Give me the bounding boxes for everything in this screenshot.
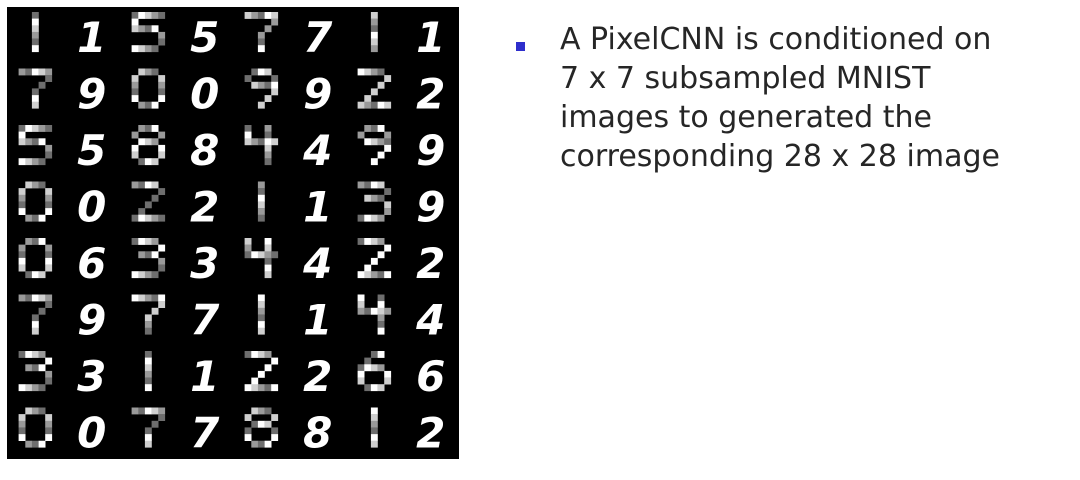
subsampled-digit-tile xyxy=(18,407,53,448)
bullet-line: 7 x 7 subsampled MNIST xyxy=(560,61,931,96)
bullet-line: corresponding 28 x 28 image xyxy=(560,139,1000,174)
generated-digit-tile: 0 xyxy=(77,409,106,458)
bullet-point: A PixelCNN is conditioned on 7 x 7 subsa… xyxy=(514,20,1064,176)
generated-digit-tile: 5 xyxy=(190,13,219,62)
generated-digit-tile: 7 xyxy=(303,13,333,62)
generated-digit-tile: 3 xyxy=(77,352,106,401)
subsampled-digit-tile xyxy=(18,351,53,392)
subsampled-digit-tile xyxy=(357,181,392,222)
subsampled-digit-tile xyxy=(244,351,279,392)
generated-digit-tile: 0 xyxy=(190,70,219,119)
generated-digit-tile: 1 xyxy=(303,296,332,345)
generated-digit-tile: 1 xyxy=(190,352,219,401)
generated-digit-tile: 0 xyxy=(77,183,106,232)
subsampled-digit-tile xyxy=(370,12,378,53)
bullet-line: images to generated the xyxy=(560,100,932,135)
slide: 15719092584902196342971431260782 A Pixel… xyxy=(0,0,1080,480)
generated-digit-tile: 4 xyxy=(302,239,332,288)
generated-digit-tile: 2 xyxy=(190,183,219,232)
subsampled-digit-tile xyxy=(131,407,166,448)
generated-digit-tile: 1 xyxy=(303,183,332,232)
generated-digit-tile: 2 xyxy=(416,409,445,458)
subsampled-digit-tile xyxy=(357,125,392,166)
bullet-text: A PixelCNN is conditioned on 7 x 7 subsa… xyxy=(560,20,1064,176)
subsampled-digit-tile xyxy=(131,238,166,279)
bullet-line: A PixelCNN is conditioned on xyxy=(560,22,992,57)
generated-digit-tile: 7 xyxy=(190,296,220,345)
subsampled-digit-tile xyxy=(357,68,392,109)
subsampled-digit-tile xyxy=(244,12,279,53)
generated-digit-tile: 2 xyxy=(416,239,445,288)
subsampled-digit-tile xyxy=(244,407,279,448)
generated-digit-tile: 2 xyxy=(303,352,332,401)
subsampled-digit-tile xyxy=(357,351,392,392)
subsampled-digit-tile xyxy=(18,294,53,335)
generated-digit-tile: 9 xyxy=(77,296,106,345)
subsampled-digit-tile xyxy=(144,351,152,392)
bullet-square-icon xyxy=(516,42,525,51)
generated-digit-tile: 8 xyxy=(303,409,332,458)
subsampled-digit-tile xyxy=(131,12,166,53)
mnist-sample-grid-svg: 1 5 7 19 0 9 25 8 4 90 2 1 96 3 4 29 7 1 43 1 2 60 7 8 2 xyxy=(18,12,445,458)
generated-digit-tile: 8 xyxy=(190,126,219,175)
subsampled-digit-tile xyxy=(18,125,53,166)
generated-digit-tile: 2 xyxy=(416,70,445,119)
subsampled-digit-tile xyxy=(18,68,53,109)
subsampled-digit-tile xyxy=(244,125,279,166)
subsampled-digit-tile xyxy=(131,125,166,166)
generated-digit-tile: 4 xyxy=(415,296,445,345)
generated-digit-tile: 6 xyxy=(416,352,445,401)
generated-digit-tile: 9 xyxy=(303,70,332,119)
generated-digit-tile: 3 xyxy=(190,239,219,288)
generated-digit-tile: 9 xyxy=(416,126,445,175)
subsampled-digit-tile xyxy=(131,68,166,109)
subsampled-digit-tile xyxy=(18,181,53,222)
subsampled-digit-tile xyxy=(257,181,265,222)
generated-digit-tile: 5 xyxy=(77,126,106,175)
generated-digit-tile: 6 xyxy=(77,239,106,288)
generated-digit-tile: 1 xyxy=(77,13,106,62)
subsampled-digit-tile xyxy=(131,181,166,222)
generated-digit-tile: 1 xyxy=(416,13,445,62)
subsampled-digit-tile xyxy=(357,238,392,279)
subsampled-digit-tile xyxy=(370,407,378,448)
subsampled-digit-tile xyxy=(244,68,279,109)
subsampled-digit-tile xyxy=(244,238,279,279)
subsampled-digit-tile xyxy=(18,238,53,279)
subsampled-digit-tile xyxy=(257,294,265,335)
subsampled-digit-tile xyxy=(131,294,166,335)
subsampled-digit-tile xyxy=(357,294,392,335)
mnist-sample-grid: 15719092584902196342971431260782 xyxy=(7,7,459,459)
generated-digit-tile: 7 xyxy=(190,409,220,458)
generated-digit-tile: 9 xyxy=(416,183,445,232)
generated-digit-tile: 9 xyxy=(77,70,106,119)
generated-digit-tile: 4 xyxy=(302,126,332,175)
subsampled-digit-tile xyxy=(31,12,39,53)
